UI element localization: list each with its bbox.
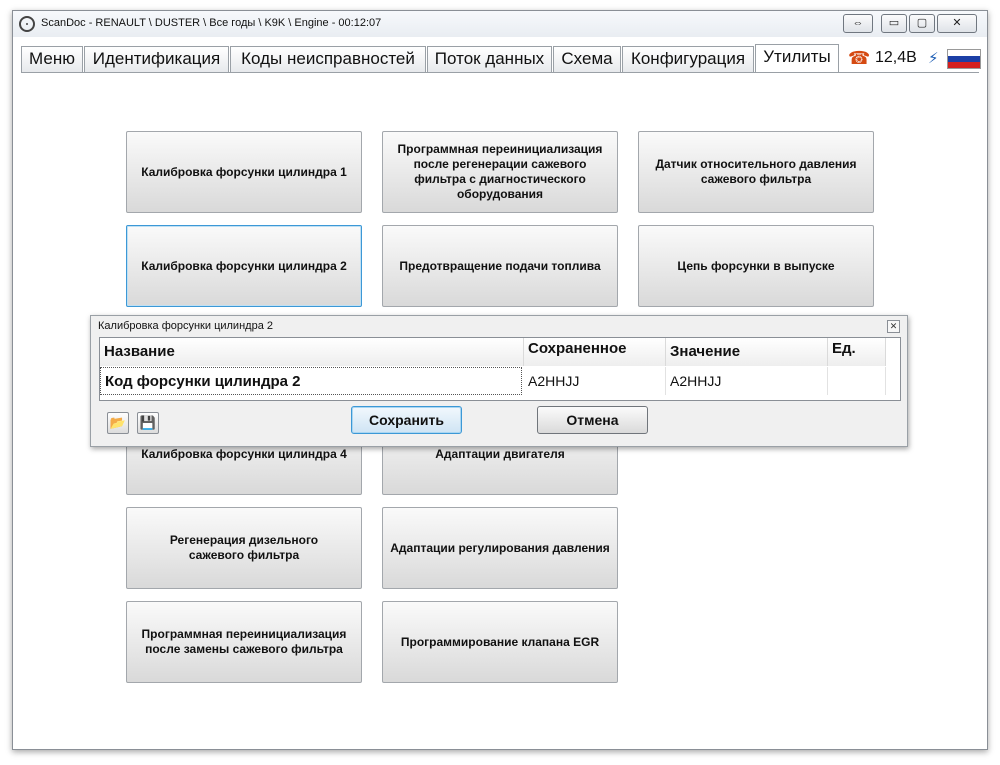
tab-configuration[interactable]: Конфигурация [622,46,754,72]
open-folder-icon[interactable]: 📂 [107,412,129,434]
tab-identification[interactable]: Идентификация [84,46,229,72]
maximize-button[interactable]: ▢ [909,14,935,33]
table-cell-param-name[interactable]: Код форсунки цилиндра 2 [100,367,522,395]
dialog-close-button[interactable]: ✕ [887,320,900,333]
save-disk-icon[interactable]: 💾 [137,412,159,434]
parameter-table: Название Сохраненное Значение Ед. Код фо… [99,337,901,401]
table-cell-current-value[interactable]: A2HHJJ [666,367,828,395]
title-bar: ScanDoc - RENAULT \ DUSTER \ Все годы \ … [13,11,987,37]
tab-menu[interactable]: Меню [21,46,83,72]
function-button-calibration-cyl1[interactable]: Калибровка форсунки цилиндра 1 [126,131,362,213]
battery-voltage: 12,4В [875,49,917,66]
tab-fault-codes[interactable]: Коды неисправностей [230,46,426,72]
column-header-saved[interactable]: Сохраненное [524,338,666,366]
function-button-dpf-regeneration[interactable]: Регенерация дизельного сажевого фильтра [126,507,362,589]
tab-schema[interactable]: Схема [553,46,621,72]
function-button-dpf-pressure-sensor[interactable]: Датчик относительного давления сажевого … [638,131,874,213]
column-header-value[interactable]: Значение [666,338,828,366]
function-button-reinit-after-regen[interactable]: Программная переинициализация после реге… [382,131,618,213]
tab-utilities[interactable]: Утилиты [755,44,839,73]
dialog-title: Калибровка форсунки цилиндра 2 [98,320,273,332]
table-cell-unit [828,367,886,395]
function-button-exhaust-injector-circuit[interactable]: Цепь форсунки в выпуске [638,225,874,307]
column-header-unit[interactable]: Ед. [828,338,886,366]
cancel-button[interactable]: Отмена [537,406,648,434]
tab-content-border [21,72,979,73]
window-title: ScanDoc - RENAULT \ DUSTER \ Все годы \ … [41,17,382,29]
tab-data-stream[interactable]: Поток данных [427,46,552,72]
function-button-calibration-cyl2[interactable]: Калибровка форсунки цилиндра 2 [126,225,362,307]
russian-flag-icon[interactable] [947,49,981,69]
minimize-button[interactable]: ▭ [881,14,907,33]
close-window-button[interactable]: ✕ [937,14,977,33]
column-header-name[interactable]: Название [100,338,524,366]
switch-window-button[interactable]: ⇔ [843,14,873,33]
save-button[interactable]: Сохранить [351,406,462,434]
steering-wheel-icon [19,16,35,32]
table-cell-saved-value: A2HHJJ [524,367,666,395]
function-button-fuel-cutoff[interactable]: Предотвращение подачи топлива [382,225,618,307]
function-button-pressure-adaptations[interactable]: Адаптации регулирования давления [382,507,618,589]
calibration-dialog: Калибровка форсунки цилиндра 2 ✕ Названи… [90,315,908,447]
function-button-egr-valve-programming[interactable]: Программирование клапана EGR [382,601,618,683]
function-button-reinit-after-replacement[interactable]: Программная переинициализация после заме… [126,601,362,683]
phone-icon: ☎ [848,48,871,68]
plug-icon: ⚡ [928,50,939,67]
